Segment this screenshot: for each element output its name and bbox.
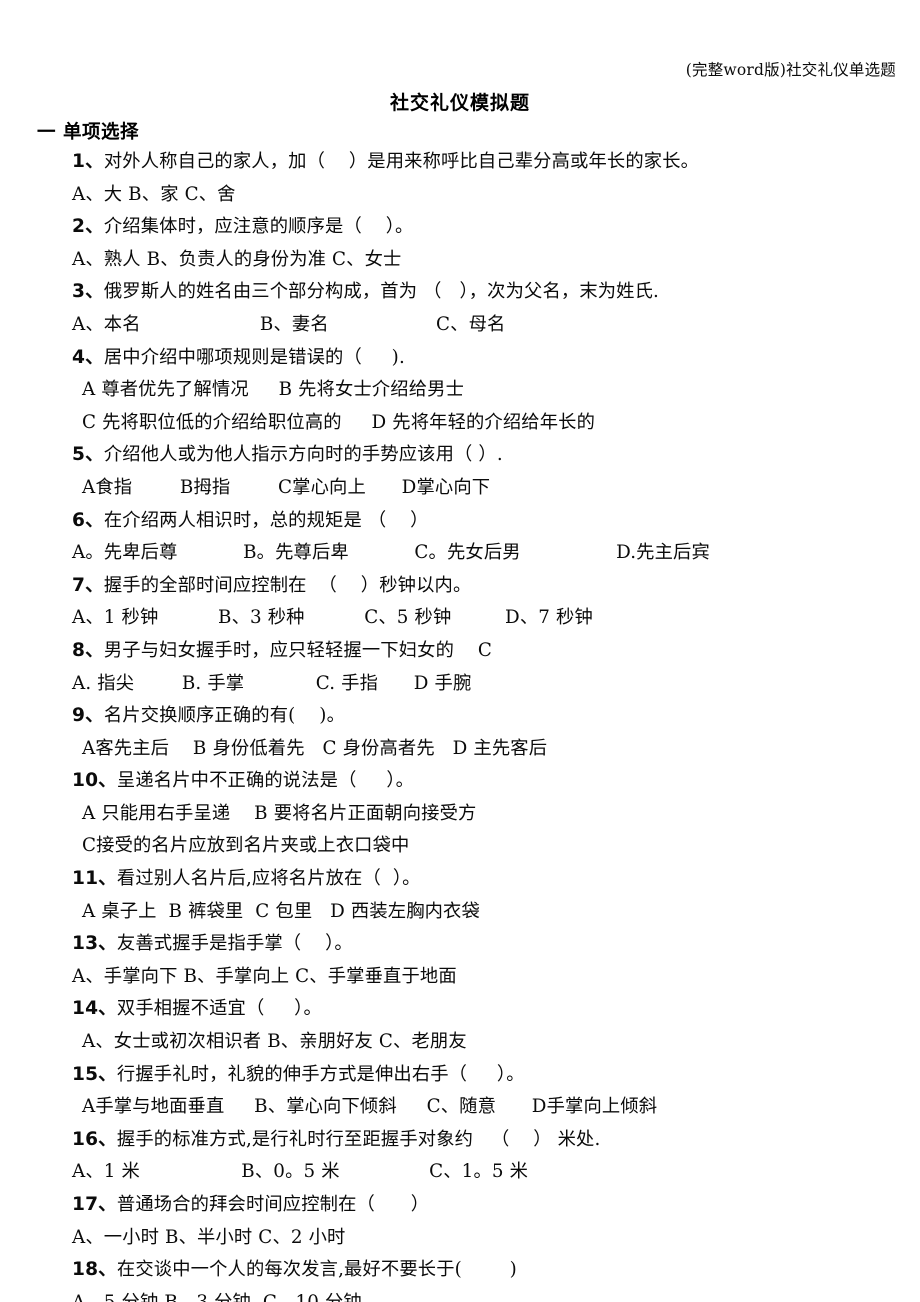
question-line-q13: 13、友善式握手是指手掌（ ）。 <box>0 928 920 961</box>
question-number: 11、 <box>72 868 117 890</box>
option-line-q13o: A、手掌向下 B、手掌向上 C、手掌垂直于地面 <box>0 961 920 994</box>
running-header: (完整word版)社交礼仪单选题 <box>685 61 896 79</box>
question-line-q10: 10、呈递名片中不正确的说法是（ ）。 <box>0 765 920 798</box>
question-line-q7: 7、握手的全部时间应控制在 （ ）秒钟以内。 <box>0 570 920 603</box>
question-text: 男子与妇女握手时，应只轻轻握一下妇女的 C <box>103 639 493 661</box>
option-text: A。先卑后尊 B。先尊后卑 C。先女后男 D.先主后宾 <box>72 542 710 564</box>
question-line-q3: 3、俄罗斯人的姓名由三个部分构成，首为 （ ），次为父名，末为姓氏. <box>0 276 920 309</box>
question-number: 2、 <box>72 216 104 238</box>
option-line-q5o: A食指 B拇指 C掌心向上 D掌心向下 <box>0 472 920 505</box>
question-list: 1、对外人称自己的家人，加（ ）是用来称呼比自己辈分高或年长的家长。 A、大 B、… <box>0 146 920 1302</box>
question-text: 呈递名片中不正确的说法是（ ）。 <box>116 770 415 792</box>
option-text: A、1 秒钟 B、3 秒种 C、5 秒钟 D、7 秒钟 <box>72 607 593 629</box>
question-line-q18: 18、在交谈中一个人的每次发言,最好不要长于( ) <box>0 1254 920 1287</box>
option-line-q11o: A 桌子上 B 裤袋里 C 包里 D 西装左胸内衣袋 <box>0 896 920 929</box>
option-line-q15o: A手掌与地面垂直 B、掌心向下倾斜 C、随意 D手掌向上倾斜 <box>0 1091 920 1124</box>
document-page: (完整word版)社交礼仪单选题 社交礼仪模拟题 一 单项选择 1、对外人称自己… <box>0 0 920 1302</box>
option-line-q9o: A客先主后 B 身份低着先 C 身份高者先 D 主先客后 <box>0 733 920 766</box>
option-text: A、本名 B、妻名 C、母名 <box>72 313 506 335</box>
question-line-q4: 4、居中介绍中哪项规则是错误的（ ). <box>0 342 920 375</box>
option-text: A、一小时 B、半小时 C、2 小时 <box>72 1226 346 1248</box>
option-line-q10o2: C接受的名片应放到名片夹或上衣口袋中 <box>0 830 920 863</box>
option-text: A、大 B、家 C、舍 <box>72 183 236 205</box>
question-line-q14: 14、双手相握不适宜（ ）。 <box>0 993 920 1026</box>
question-line-q5: 5、介绍他人或为他人指示方向时的手势应该用（ ）. <box>0 439 920 472</box>
option-line-q10o1: A 只能用右手呈递 B 要将名片正面朝向接受方 <box>0 798 920 831</box>
question-number: 6、 <box>72 509 104 531</box>
option-text: A. 指尖 B. 手掌 C. 手指 D 手腕 <box>72 672 472 694</box>
option-text: A客先主后 B 身份低着先 C 身份高者先 D 主先客后 <box>82 737 548 759</box>
question-number: 13、 <box>72 933 117 955</box>
question-number: 3、 <box>72 281 104 303</box>
option-text: C 先将职位低的介绍给职位高的 D 先将年轻的介绍给年长的 <box>82 411 596 433</box>
question-number: 16、 <box>72 1128 117 1150</box>
option-line-q8o: A. 指尖 B. 手掌 C. 手指 D 手腕 <box>0 668 920 701</box>
option-line-q17o: A、一小时 B、半小时 C、2 小时 <box>0 1222 920 1255</box>
question-text: 介绍集体时，应注意的顺序是（ ）。 <box>103 216 414 238</box>
option-line-q4o2: C 先将职位低的介绍给职位高的 D 先将年轻的介绍给年长的 <box>0 407 920 440</box>
question-number: 1、 <box>72 151 104 172</box>
question-text: 行握手礼时，礼貌的伸手方式是伸出右手（ ）。 <box>116 1063 525 1085</box>
question-number: 15、 <box>72 1063 117 1085</box>
question-text: 握手的全部时间应控制在 （ ）秒钟以内。 <box>103 574 472 596</box>
question-number: 14、 <box>72 998 117 1020</box>
question-line-q2: 2、介绍集体时，应注意的顺序是（ ）。 <box>0 211 920 244</box>
question-text: 对外人称自己的家人，加（ ）是用来称呼比自己辈分高或年长的家长。 <box>103 151 700 172</box>
option-text: C接受的名片应放到名片夹或上衣口袋中 <box>82 835 410 857</box>
option-text: A食指 B拇指 C掌心向上 D掌心向下 <box>82 476 491 498</box>
option-text: A手掌与地面垂直 B、掌心向下倾斜 C、随意 D手掌向上倾斜 <box>82 1096 658 1118</box>
question-text: 握手的标准方式,是行礼时行至距握手对象约 （ ） 米处. <box>116 1128 601 1150</box>
question-number: 9、 <box>72 705 104 727</box>
option-line-q1o: A、大 B、家 C、舍 <box>0 179 920 212</box>
option-text: A、5 分钟 B、3 分钟 C、10 分钟 <box>72 1292 362 1302</box>
question-line-q9: 9、名片交换顺序正确的有( )。 <box>0 700 920 733</box>
question-number: 4、 <box>72 346 104 368</box>
option-line-q16o: A、1 米 B、0。5 米 C、1。5 米 <box>0 1156 920 1189</box>
question-line-q8: 8、男子与妇女握手时，应只轻轻握一下妇女的 C <box>0 635 920 668</box>
question-text: 在介绍两人相识时，总的规矩是 （ ） <box>103 509 429 531</box>
option-line-q3o: A、本名 B、妻名 C、母名 <box>0 309 920 342</box>
option-text: A、手掌向下 B、手掌向上 C、手掌垂直于地面 <box>72 965 457 987</box>
question-text: 普通场合的拜会时间应控制在（ ） <box>116 1194 430 1215</box>
question-number: 8、 <box>72 639 104 661</box>
option-text: A、女士或初次相识者 B、亲朋好友 C、老朋友 <box>82 1031 467 1053</box>
option-text: A 桌子上 B 裤袋里 C 包里 D 西装左胸内衣袋 <box>82 900 480 922</box>
page-title: 社交礼仪模拟题 <box>389 92 530 114</box>
question-number: 5、 <box>72 444 104 466</box>
option-text: A、熟人 B、负责人的身份为准 C、女士 <box>72 248 402 270</box>
section-heading-single-choice: 一 单项选择 <box>37 122 139 143</box>
question-number: 10、 <box>72 770 117 792</box>
question-number: 17、 <box>72 1194 117 1215</box>
question-text: 友善式握手是指手掌（ ）。 <box>116 933 353 955</box>
option-line-q14o: A、女士或初次相识者 B、亲朋好友 C、老朋友 <box>0 1026 920 1059</box>
question-line-q15: 15、行握手礼时，礼貌的伸手方式是伸出右手（ ）。 <box>0 1059 920 1092</box>
option-line-q6o: A。先卑后尊 B。先尊后卑 C。先女后男 D.先主后宾 <box>0 537 920 570</box>
question-text: 俄罗斯人的姓名由三个部分构成，首为 （ ），次为父名，末为姓氏. <box>103 281 660 303</box>
question-line-q16: 16、握手的标准方式,是行礼时行至距握手对象约 （ ） 米处. <box>0 1124 920 1157</box>
question-text: 名片交换顺序正确的有( )。 <box>103 705 345 727</box>
option-line-q7o: A、1 秒钟 B、3 秒种 C、5 秒钟 D、7 秒钟 <box>0 602 920 635</box>
option-line-q18o: A、5 分钟 B、3 分钟 C、10 分钟 <box>0 1287 920 1302</box>
question-text: 在交谈中一个人的每次发言,最好不要长于( ) <box>116 1259 517 1281</box>
question-line-q1: 1、对外人称自己的家人，加（ ）是用来称呼比自己辈分高或年长的家长。 <box>0 146 920 179</box>
question-text: 看过别人名片后,应将名片放在（ ）。 <box>116 868 421 890</box>
option-text: A 只能用右手呈递 B 要将名片正面朝向接受方 <box>82 802 477 824</box>
option-text: A、1 米 B、0。5 米 C、1。5 米 <box>72 1161 529 1183</box>
question-number: 7、 <box>72 574 104 596</box>
question-line-q11: 11、看过别人名片后,应将名片放在（ ）。 <box>0 863 920 896</box>
question-line-q6: 6、在介绍两人相识时，总的规矩是 （ ） <box>0 505 920 538</box>
question-number: 18、 <box>72 1259 117 1281</box>
option-line-q2o: A、熟人 B、负责人的身份为准 C、女士 <box>0 244 920 277</box>
option-line-q4o1: A 尊者优先了解情况 B 先将女士介绍给男士 <box>0 374 920 407</box>
question-text: 居中介绍中哪项规则是错误的（ ). <box>103 346 405 368</box>
question-text: 介绍他人或为他人指示方向时的手势应该用（ ）. <box>103 444 503 466</box>
question-line-q17: 17、普通场合的拜会时间应控制在（ ） <box>0 1189 920 1222</box>
question-text: 双手相握不适宜（ ）。 <box>116 998 322 1020</box>
option-text: A 尊者优先了解情况 B 先将女士介绍给男士 <box>82 379 464 401</box>
